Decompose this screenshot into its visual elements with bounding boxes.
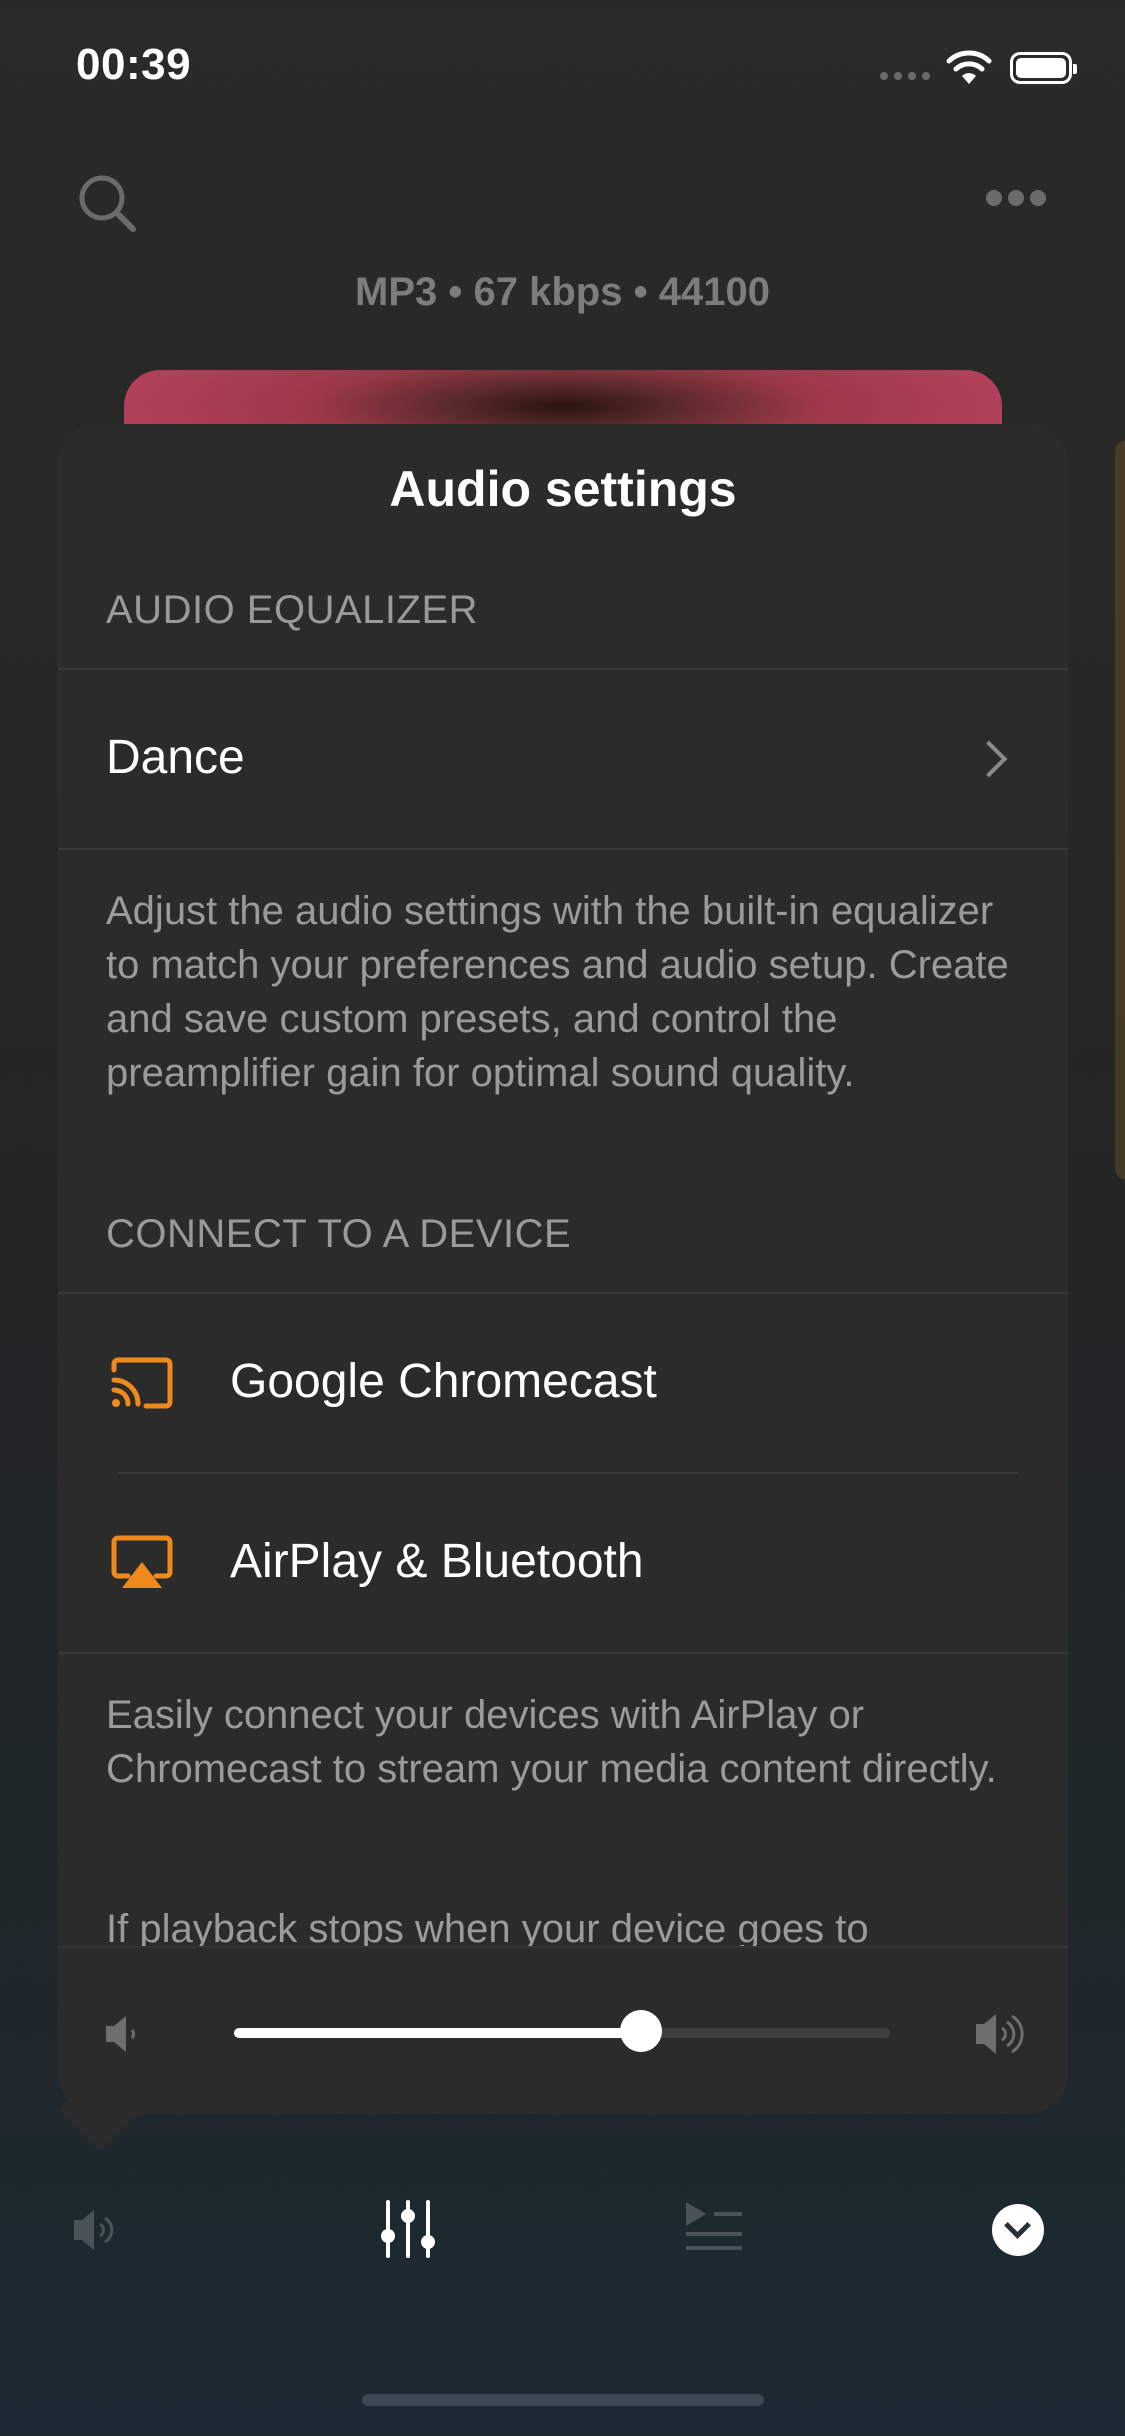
equalizer-description: Adjust the audio settings with the built… [106,889,1009,1095]
equalizer-icon[interactable] [380,2198,436,2260]
more-options-icon[interactable] [986,190,1046,206]
volume-slider-fill [234,2028,641,2038]
queue-icon[interactable] [684,2200,744,2252]
volume-high-icon [976,2014,1024,2054]
device-label: Google Chromecast [230,1355,657,1408]
volume-low-icon [106,2016,135,2052]
chevron-right-icon [970,740,1008,778]
battery-icon [1010,52,1077,84]
equalizer-preset-row[interactable]: Dance [58,670,1068,848]
equalizer-preset-label: Dance [106,731,245,784]
connect-description: Easily connect your devices with AirPlay… [106,1693,997,1791]
wifi-icon [946,50,992,84]
audio-format-info: MP3 • 67 kbps • 44100 [355,270,770,314]
panel-title: Audio settings [389,461,737,517]
search-icon[interactable] [78,174,138,234]
airplay-bluetooth-row[interactable]: AirPlay & Bluetooth [58,1474,1068,1652]
collapse-icon[interactable] [992,2204,1044,2256]
volume-slider-thumb[interactable] [619,2010,662,2052]
volume-slider[interactable] [234,2010,890,2052]
adjacent-card [1115,440,1125,1180]
device-label: AirPlay & Bluetooth [230,1535,644,1588]
audio-settings-panel: Audio settings AUDIO EQUALIZER Dance Adj… [58,424,1068,2114]
chromecast-row[interactable]: Google Chromecast [58,1294,1068,1472]
divider [58,1652,1068,1654]
cast-icon [111,1357,173,1409]
equalizer-section-header: AUDIO EQUALIZER [106,588,479,632]
status-time: 00:39 [76,40,192,89]
cellular-signal-icon [880,72,934,82]
home-indicator [362,2394,764,2406]
speaker-icon[interactable] [70,2204,126,2256]
airplay-icon [111,1535,173,1588]
connect-section-header: CONNECT TO A DEVICE [106,1212,572,1256]
divider [58,848,1068,850]
